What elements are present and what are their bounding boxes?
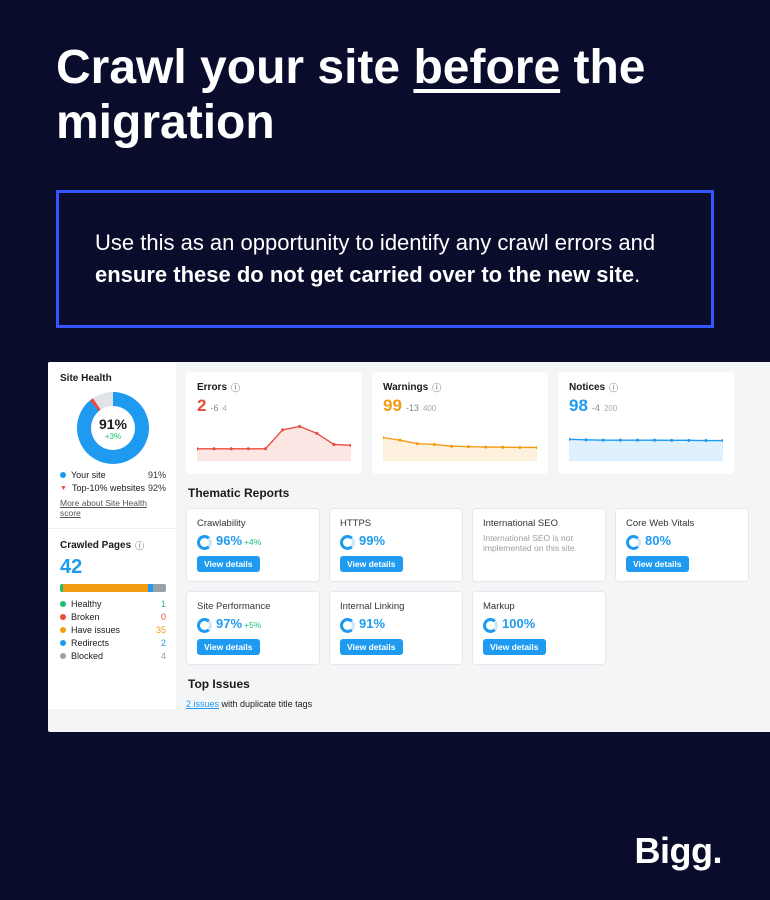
site-health-pct: 91%	[99, 416, 127, 432]
metric-value: 98	[569, 396, 588, 416]
view-details-button[interactable]: View details	[626, 556, 689, 572]
axis-max: 200	[604, 404, 617, 413]
report-card: Internal Linking 91% View details	[329, 591, 463, 665]
breakdown-row: Blocked4	[60, 651, 166, 661]
caret-down-icon: ▼	[60, 485, 67, 492]
bar-segment	[153, 584, 166, 592]
dot-icon	[60, 653, 66, 659]
legend-top10: ▼ Top-10% websites 92%	[60, 483, 166, 493]
report-card: International SEOInternational SEO is no…	[472, 508, 606, 582]
callout-box: Use this as an opportunity to identify a…	[56, 190, 714, 328]
report-value: 100%	[502, 616, 535, 631]
breakdown-row: Redirects2	[60, 638, 166, 648]
report-card: Core Web Vitals 80% View details	[615, 508, 749, 582]
report-delta: +4%	[244, 537, 261, 547]
metric-card-errors: Errorsⓘ 2-64	[186, 372, 362, 474]
metric-value: 99	[383, 396, 402, 416]
more-about-link[interactable]: More about Site Health score	[60, 498, 166, 518]
dashboard-screenshot: Site Health 91% +3% Your site 91% ▼ Top-…	[48, 362, 770, 732]
info-icon: ⓘ	[231, 381, 240, 394]
info-icon: ⓘ	[135, 539, 144, 552]
axis-max: 400	[423, 404, 436, 413]
dot-icon	[60, 627, 66, 633]
legend-your-site: Your site 91%	[60, 470, 166, 480]
report-value: 96%	[216, 533, 242, 548]
bar-segment	[63, 584, 148, 592]
metric-delta: -6	[210, 403, 218, 413]
dot-icon	[60, 601, 66, 607]
metric-delta: -13	[406, 403, 419, 413]
callout-tail: .	[634, 262, 640, 287]
crawled-pages-value: 42	[60, 556, 166, 579]
headline-pre: Crawl your site	[56, 41, 413, 94]
breakdown-row: Healthy1	[60, 599, 166, 609]
metric-card-notices: Noticesⓘ 98-4200	[558, 372, 734, 474]
thematic-reports-title: Thematic Reports	[188, 486, 770, 500]
view-details-button[interactable]: View details	[197, 639, 260, 655]
info-icon: ⓘ	[609, 381, 618, 394]
info-icon: ⓘ	[432, 381, 441, 394]
report-value: 99%	[359, 533, 385, 548]
dot-icon	[60, 614, 66, 620]
site-health-title: Site Health	[60, 373, 166, 384]
view-details-button[interactable]: View details	[340, 639, 403, 655]
metric-value: 2	[197, 396, 206, 416]
report-delta: +5%	[244, 620, 261, 630]
headline-underlined: before	[413, 41, 560, 94]
report-value: 91%	[359, 616, 385, 631]
progress-ring-icon	[197, 618, 212, 633]
report-card: Site Performance 97%+5% View details	[186, 591, 320, 665]
progress-ring-icon	[626, 535, 641, 550]
progress-ring-icon	[340, 535, 355, 550]
top-issues-link[interactable]: 2 issues	[186, 699, 219, 709]
callout-bold: ensure these do not get carried over to …	[95, 262, 634, 287]
progress-ring-icon	[340, 618, 355, 633]
metric-card-warnings: Warningsⓘ 99-13400	[372, 372, 548, 474]
view-details-button[interactable]: View details	[197, 556, 260, 572]
report-card: Markup 100% View details	[472, 591, 606, 665]
view-details-button[interactable]: View details	[483, 639, 546, 655]
callout-lead: Use this as an opportunity to identify a…	[95, 230, 655, 255]
dot-icon	[60, 472, 66, 478]
metric-delta: -4	[592, 403, 600, 413]
breakdown-row: Have issues35	[60, 625, 166, 635]
dot-icon	[60, 640, 66, 646]
crawled-pages-bar	[60, 584, 166, 592]
site-health-donut: 91% +3%	[77, 392, 149, 464]
crawled-pages-title: Crawled Pages ⓘ	[60, 539, 166, 552]
progress-ring-icon	[483, 618, 498, 633]
site-health-delta: +3%	[105, 432, 121, 441]
report-value: 80%	[645, 533, 671, 548]
page-headline: Crawl your site before the migration	[0, 0, 770, 150]
report-value: 97%	[216, 616, 242, 631]
report-card: Crawlability 96%+4% View details	[186, 508, 320, 582]
top-issues-title: Top Issues	[188, 677, 770, 691]
report-card: HTTPS 99% View details	[329, 508, 463, 582]
view-details-button[interactable]: View details	[340, 556, 403, 572]
brand-logo: Bigg.	[635, 830, 723, 872]
axis-max: 4	[222, 404, 226, 413]
progress-ring-icon	[197, 535, 212, 550]
top-issues-rest: with duplicate title tags	[219, 699, 312, 709]
breakdown-row: Broken0	[60, 612, 166, 622]
